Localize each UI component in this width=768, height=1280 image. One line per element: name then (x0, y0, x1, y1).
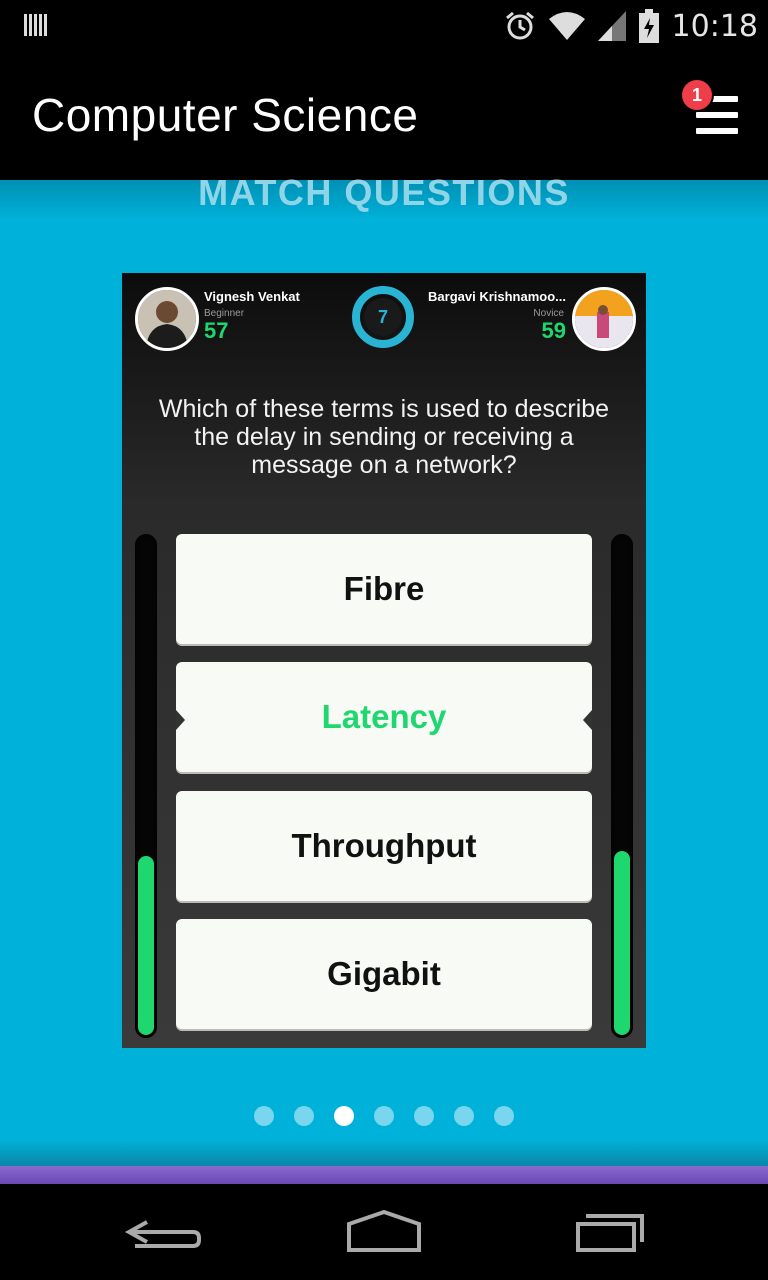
recent-apps-icon[interactable] (556, 1202, 666, 1262)
pager-dot[interactable] (294, 1106, 314, 1126)
status-time: 10:18 (671, 8, 758, 44)
avatar (572, 287, 636, 351)
barcode-icon (24, 14, 47, 36)
avatar (135, 287, 199, 351)
menu-button[interactable]: 1 (682, 80, 738, 138)
player-right-score: 59 (541, 318, 566, 343)
notification-badge: 1 (682, 80, 712, 110)
status-bar: 10:18 (0, 0, 768, 50)
answer-option-1[interactable]: Fibre (176, 534, 592, 644)
page-indicator[interactable] (254, 1106, 516, 1126)
pager-dot[interactable] (494, 1106, 514, 1126)
pager-dot[interactable] (334, 1106, 354, 1126)
navigation-bar (0, 1184, 768, 1280)
pager-dot[interactable] (414, 1106, 434, 1126)
answer-option-2[interactable]: Latency (176, 662, 592, 772)
left-progress-track (135, 534, 157, 1038)
pager-dot[interactable] (454, 1106, 474, 1126)
right-progress-track (611, 534, 633, 1038)
pager-dot[interactable] (374, 1106, 394, 1126)
answer-option-4[interactable]: Gigabit (176, 919, 592, 1029)
alarm-icon (505, 11, 534, 40)
app-bar: Computer Science 1 (0, 50, 768, 180)
match-preview: Vignesh Venkat Beginner 57 7 Bargavi Kri… (122, 273, 646, 1048)
section-title: MATCH QUESTIONS (198, 172, 570, 213)
battery-icon (638, 9, 659, 43)
player-left-name: Vignesh Venkat (204, 289, 300, 304)
wifi-icon (548, 12, 585, 40)
player-left-score: 57 (204, 318, 229, 343)
page-title: Computer Science (32, 89, 419, 141)
answer-label: Latency (321, 698, 447, 735)
pager-dot[interactable] (254, 1106, 274, 1126)
timer-value: 7 (377, 306, 388, 327)
question-text: Which of these terms is used to describe… (158, 395, 610, 479)
home-icon[interactable] (329, 1202, 439, 1262)
left-progress-fill (138, 856, 154, 1035)
back-icon[interactable] (105, 1202, 215, 1262)
answer-option-3[interactable]: Throughput (176, 791, 592, 901)
right-progress-fill (614, 851, 630, 1035)
signal-icon (597, 11, 626, 41)
bottom-strip (0, 1166, 768, 1184)
player-right-name: Bargavi Krishnamoo... (428, 289, 566, 304)
